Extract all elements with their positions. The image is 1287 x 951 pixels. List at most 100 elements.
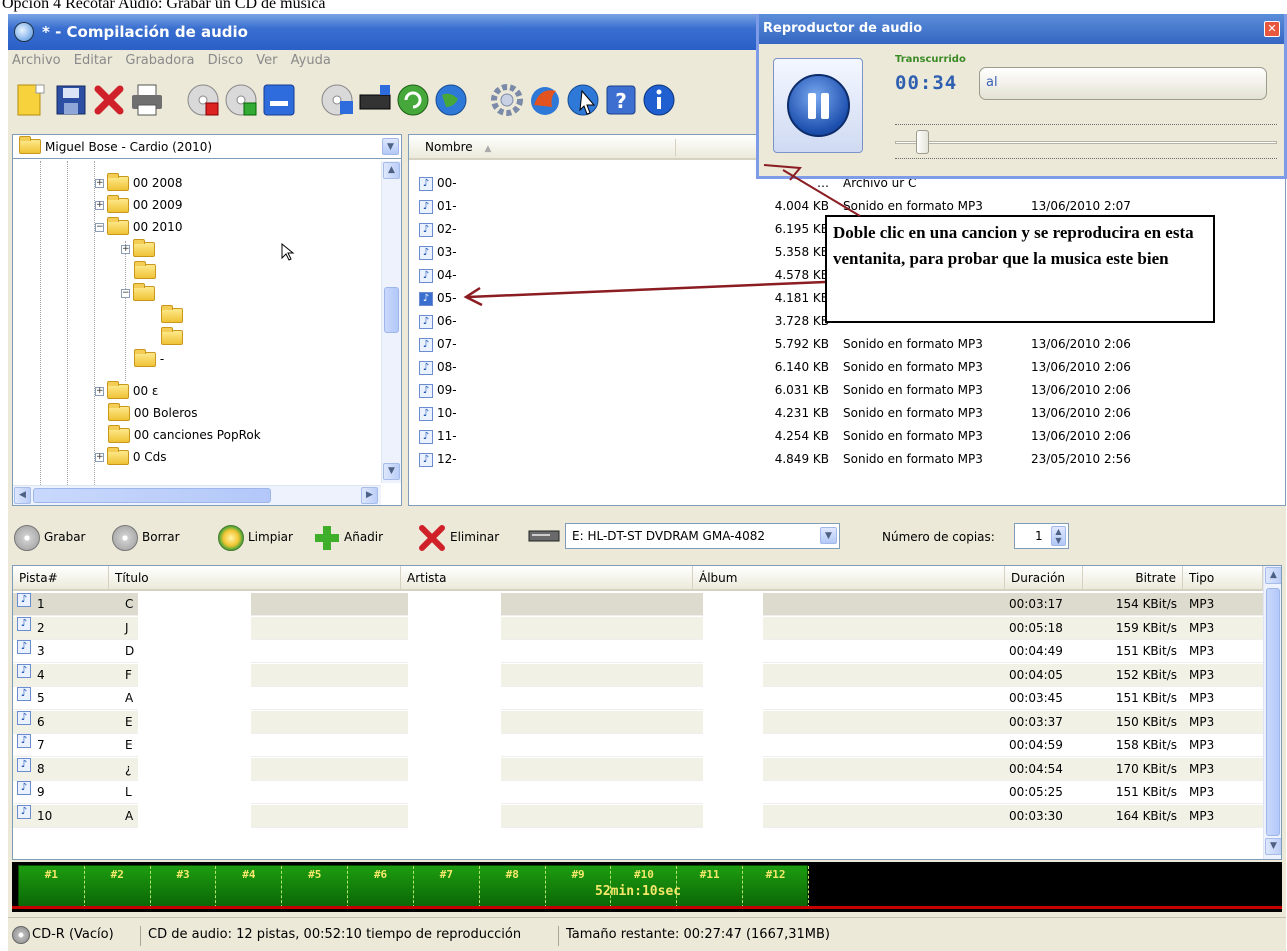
- scroll-thumb[interactable]: [33, 488, 271, 503]
- spin-arrows-icon[interactable]: ▲ ▼: [1051, 526, 1066, 546]
- tree-item[interactable]: −: [121, 282, 155, 304]
- copies-stepper[interactable]: 1 ▲ ▼: [1014, 523, 1069, 549]
- folder-icon: [161, 305, 183, 323]
- file-row[interactable]: ♪ 12- 4.849 KB Sonido en formato MP3 23/05/2…: [409, 448, 1285, 470]
- erase-disc-icon: [112, 524, 138, 551]
- track-bitrate: 152 KBit/s: [1115, 667, 1177, 682]
- tree-item[interactable]: + 00 2009: [95, 194, 182, 216]
- new-compilation-icon[interactable]: [12, 81, 50, 119]
- column-header-tipo[interactable]: Tipo: [1183, 566, 1263, 591]
- tree-item[interactable]: 00 Boleros: [108, 402, 197, 424]
- menu-ver[interactable]: Ver: [256, 53, 277, 68]
- burn-fire-icon[interactable]: [526, 81, 564, 119]
- tree-item[interactable]: -: [134, 348, 164, 370]
- settings-gear-icon[interactable]: [488, 81, 526, 119]
- seek-slider-handle[interactable]: [915, 130, 929, 154]
- menu-editar[interactable]: Editar: [74, 53, 113, 68]
- verify-disc-icon[interactable]: [222, 81, 260, 119]
- help-icon[interactable]: ?: [602, 81, 640, 119]
- menu-archivo[interactable]: Archivo: [12, 53, 61, 68]
- limpiar-button[interactable]: Limpiar: [218, 524, 293, 551]
- folder-combo[interactable]: Miguel Bose - Cardio (2010) ▼: [13, 135, 401, 159]
- column-header-pista[interactable]: Pista#: [13, 566, 109, 591]
- track-vertical-scrollbar[interactable]: ▲ ▼: [1263, 566, 1281, 859]
- file-size: 4.254 KB: [774, 429, 829, 443]
- folder-combo-value: Miguel Bose - Cardio (2010): [45, 140, 213, 154]
- scroll-thumb[interactable]: [384, 287, 399, 333]
- tree-item[interactable]: 00 canciones PopRok: [108, 424, 261, 446]
- drive-icon[interactable]: [356, 81, 394, 119]
- tree-item[interactable]: [161, 304, 183, 326]
- clear-icon: [218, 524, 244, 551]
- drive-icon: [528, 530, 560, 542]
- collapse-toggle[interactable]: −: [121, 289, 130, 298]
- scroll-right-icon[interactable]: ▶: [361, 487, 378, 504]
- audio-file-icon: ♪: [419, 264, 435, 286]
- file-date: 23/05/2010 2:56: [1031, 452, 1131, 466]
- grabar-button[interactable]: Grabar: [14, 524, 86, 551]
- eject-icon[interactable]: [260, 81, 298, 119]
- delete-icon[interactable]: [90, 81, 128, 119]
- tree-horizontal-scrollbar[interactable]: ◀ ▶: [13, 485, 381, 505]
- globe-icon[interactable]: [432, 81, 470, 119]
- scroll-thumb[interactable]: [1266, 588, 1280, 836]
- file-row[interactable]: ♪ 10- 4.231 KB Sonido en formato MP3 13/06/2…: [409, 402, 1285, 424]
- audio-file-icon: ♪: [419, 356, 435, 378]
- scroll-up-icon[interactable]: ▲: [1265, 567, 1281, 584]
- column-header-duracion[interactable]: Duración: [1005, 566, 1083, 591]
- tree-item[interactable]: +: [121, 238, 155, 260]
- drive-select[interactable]: E: HL-DT-ST DVDRAM GMA-4082 ▼: [565, 523, 840, 549]
- column-header-bitrate[interactable]: Bitrate: [1083, 566, 1183, 591]
- menu-disco[interactable]: Disco: [208, 53, 244, 68]
- timeline-marker: #3: [151, 866, 217, 908]
- seek-track[interactable]: [895, 141, 1277, 144]
- expand-toggle[interactable]: +: [95, 201, 104, 210]
- erase-disc-icon[interactable]: [184, 81, 222, 119]
- eliminar-button[interactable]: Eliminar: [418, 524, 499, 551]
- chevron-down-icon[interactable]: ▼: [820, 527, 837, 544]
- disc-usage-timeline: #1 #2 #3 #4 #5 #6 #7 #8 #9 #10 #11 #12 52min:10sec: [12, 862, 1282, 912]
- file-row[interactable]: ♪ 07- 5.792 KB Sonido en formato MP3 13/06/2…: [409, 333, 1285, 355]
- refresh-green-icon[interactable]: [394, 81, 432, 119]
- expand-toggle[interactable]: +: [95, 179, 104, 188]
- track-bitrate: 154 KBit/s: [1115, 597, 1177, 611]
- column-header-album[interactable]: Álbum: [693, 566, 1005, 591]
- wizard-icon[interactable]: [564, 81, 602, 119]
- pause-button[interactable]: [773, 58, 863, 153]
- scroll-up-icon[interactable]: ▲: [383, 162, 400, 179]
- save-icon[interactable]: [52, 81, 90, 119]
- file-row[interactable]: ♪ 09- 6.031 KB Sonido en formato MP3 13/06/2…: [409, 379, 1285, 401]
- expand-toggle[interactable]: +: [95, 387, 104, 396]
- file-row[interactable]: ♪ 11- 4.254 KB Sonido en formato MP3 13/06/2…: [409, 425, 1285, 447]
- expand-toggle[interactable]: +: [95, 453, 104, 462]
- close-icon[interactable]: ✕: [1264, 21, 1280, 37]
- file-row[interactable]: ♪ 08- 6.140 KB Sonido en formato MP3 13/06/2…: [409, 356, 1285, 378]
- menu-ayuda[interactable]: Ayuda: [291, 53, 331, 68]
- scroll-down-icon[interactable]: ▼: [383, 463, 400, 480]
- timeline-marker: #6: [348, 866, 414, 908]
- collapse-toggle[interactable]: −: [95, 223, 104, 232]
- chevron-down-icon[interactable]: ▼: [382, 138, 399, 155]
- tree-item[interactable]: − 00 2010: [95, 216, 182, 238]
- track-duration: 00:04:54: [1009, 761, 1063, 776]
- column-header-name[interactable]: Nombre: [425, 140, 473, 154]
- tree-item[interactable]: + 0 Cds: [95, 446, 167, 468]
- borrar-button[interactable]: Borrar: [112, 524, 180, 551]
- track-bitrate: 150 KBit/s: [1115, 714, 1177, 729]
- disc-info-icon[interactable]: [318, 81, 356, 119]
- file-row[interactable]: ♪ 01- 4.004 KB Sonido en formato MP3 13/06/2…: [409, 195, 1285, 217]
- expand-toggle[interactable]: +: [121, 245, 130, 254]
- scroll-down-icon[interactable]: ▼: [1265, 838, 1281, 855]
- column-header-titulo[interactable]: Título: [109, 566, 401, 591]
- anadir-button[interactable]: Añadir: [314, 524, 383, 550]
- print-icon[interactable]: [128, 81, 166, 119]
- tree-item[interactable]: + 00 ε: [95, 380, 158, 402]
- tree-item[interactable]: [161, 326, 183, 348]
- info-icon[interactable]: [640, 81, 678, 119]
- scroll-left-icon[interactable]: ◀: [14, 487, 31, 504]
- tree-item[interactable]: [134, 260, 156, 282]
- tree-vertical-scrollbar[interactable]: ▲ ▼: [381, 161, 401, 483]
- menu-grabadora[interactable]: Grabadora: [125, 53, 194, 68]
- column-header-artista[interactable]: Artista: [401, 566, 693, 591]
- tree-item[interactable]: + 00 2008: [95, 172, 182, 194]
